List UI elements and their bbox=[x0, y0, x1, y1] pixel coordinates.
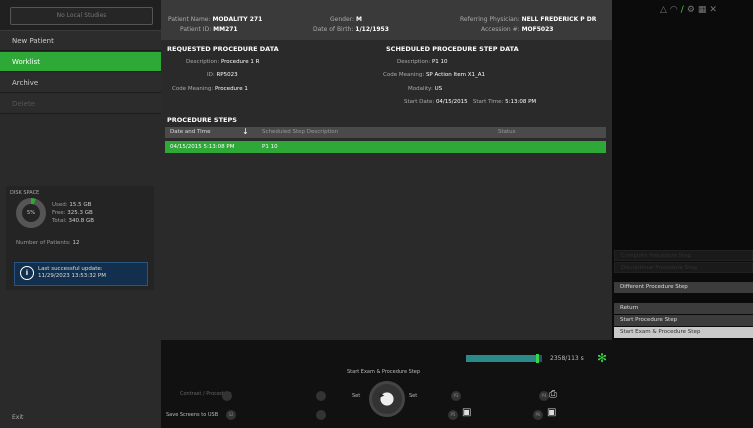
knob-s3[interactable] bbox=[316, 410, 326, 420]
sidebar-item-archive[interactable]: Archive bbox=[0, 73, 161, 93]
warning-icon: △ bbox=[660, 5, 670, 15]
scheduled-start: Start Date: 04/15/2015 Start Time: 5:13:… bbox=[404, 99, 537, 105]
start-exam-procedure-step-button[interactable]: Start Exam & Procedure Step bbox=[614, 327, 753, 338]
exit-button[interactable]: Exit bbox=[12, 414, 23, 421]
start-procedure-step-button[interactable]: Start Procedure Step bbox=[614, 315, 753, 326]
disk-used: Used: 15.5 GB bbox=[52, 202, 92, 208]
knob-p3[interactable]: P3 bbox=[451, 391, 461, 401]
last-update-text: Last successful update: 11/29/2023 13:53:… bbox=[38, 266, 106, 279]
disk-free: Free: 325.3 GB bbox=[52, 210, 93, 216]
print-icon[interactable]: ⎙ bbox=[549, 389, 557, 400]
scheduled-code-meaning: Code Meaning: SP Action Item X1_A1 bbox=[383, 72, 486, 78]
set-left-label: Set bbox=[352, 393, 361, 399]
return-button[interactable]: Return bbox=[614, 303, 753, 314]
column-date-time[interactable]: Date and Time bbox=[170, 129, 210, 135]
knob-p5[interactable]: P5 bbox=[448, 410, 458, 420]
patient-dob: Date of Birth: 1/12/1953 bbox=[313, 26, 389, 33]
scheduled-modality: Modality: US bbox=[408, 86, 443, 92]
sidebar-item-delete[interactable]: Delete bbox=[0, 94, 161, 114]
referring-physician: Referring Physician: NELL FREDERICK P DR bbox=[460, 16, 597, 23]
requested-id: ID: RP5023 bbox=[207, 72, 238, 78]
set-right-label: Set bbox=[409, 393, 418, 399]
patient-name: Patient Name: MODALITY 271 bbox=[168, 16, 263, 23]
different-procedure-step-button[interactable]: Different Procedure Step bbox=[614, 282, 753, 293]
disk-total: Total: 340.8 GB bbox=[52, 218, 94, 224]
procedure-steps-header bbox=[165, 127, 606, 138]
wifi-icon: ◠ bbox=[669, 5, 681, 15]
column-status[interactable]: Status bbox=[498, 129, 516, 135]
save-icon[interactable]: ▣ bbox=[462, 407, 471, 418]
knob-p6[interactable]: P6 bbox=[533, 410, 543, 420]
tools-icon[interactable]: ✕ bbox=[709, 5, 720, 15]
sidebar-item-worklist[interactable]: Worklist bbox=[0, 52, 161, 72]
knob-p1[interactable] bbox=[222, 391, 232, 401]
save-usb-icon[interactable]: ▣ bbox=[547, 407, 556, 418]
save-screens-label: Save Screens to USB bbox=[166, 412, 219, 418]
knob-p2[interactable] bbox=[316, 391, 326, 401]
cursor-arrow-icon: ➤ bbox=[378, 391, 385, 400]
column-description[interactable]: Scheduled Step Description bbox=[262, 129, 338, 135]
local-studies-button[interactable]: No Local Studies bbox=[10, 7, 153, 25]
progress-marker bbox=[536, 354, 539, 363]
procedure-steps-title: PROCEDURE STEPS bbox=[167, 116, 237, 124]
disk-space-title: DISK SPACE bbox=[10, 190, 40, 196]
trackball-knob[interactable] bbox=[369, 381, 405, 417]
info-icon: i bbox=[20, 266, 34, 280]
patient-gender: Gender: M bbox=[330, 16, 362, 23]
complete-procedure-step-button: Complete Procedure Step bbox=[614, 250, 753, 261]
accession-number: Accession #: MOF5023 bbox=[481, 26, 554, 33]
progress-text: 2358/113 s bbox=[550, 355, 584, 362]
knob-s2[interactable]: S2 bbox=[226, 410, 236, 420]
progress-fill bbox=[466, 355, 536, 362]
printer-icon: ▦ bbox=[697, 5, 710, 15]
sidebar-item-new-patient[interactable]: New Patient bbox=[0, 31, 161, 51]
discontinue-procedure-step-button: Discontinue Procedure Step bbox=[614, 262, 753, 273]
patient-id: Patient ID: MM271 bbox=[180, 26, 238, 33]
requested-description: Description: Procedure 1 R bbox=[186, 59, 260, 65]
row-description: P1 10 bbox=[262, 144, 278, 150]
patient-count: Number of Patients: 12 bbox=[16, 240, 80, 246]
scheduled-step-title: SCHEDULED PROCEDURE STEP DATA bbox=[386, 45, 519, 53]
requested-procedure-title: REQUESTED PROCEDURE DATA bbox=[167, 45, 279, 53]
disk-usage-percent: 5% bbox=[22, 204, 40, 222]
requested-code-meaning: Code Meaning: Procedure 1 bbox=[172, 86, 248, 92]
scheduled-description: Description: P1 10 bbox=[397, 59, 448, 65]
start-exam-label: Start Exam & Procedure Step bbox=[347, 369, 421, 375]
row-datetime: 04/15/2015 5:13:08 PM bbox=[170, 144, 235, 150]
sort-down-icon[interactable]: ↓ bbox=[242, 127, 249, 136]
status-icons: △◠/⚙▦✕ bbox=[660, 5, 720, 15]
settings-icon[interactable]: ⚙ bbox=[687, 5, 698, 15]
knob-p4[interactable]: P4 bbox=[539, 391, 549, 401]
freeze-icon[interactable]: ✻ bbox=[597, 351, 607, 365]
